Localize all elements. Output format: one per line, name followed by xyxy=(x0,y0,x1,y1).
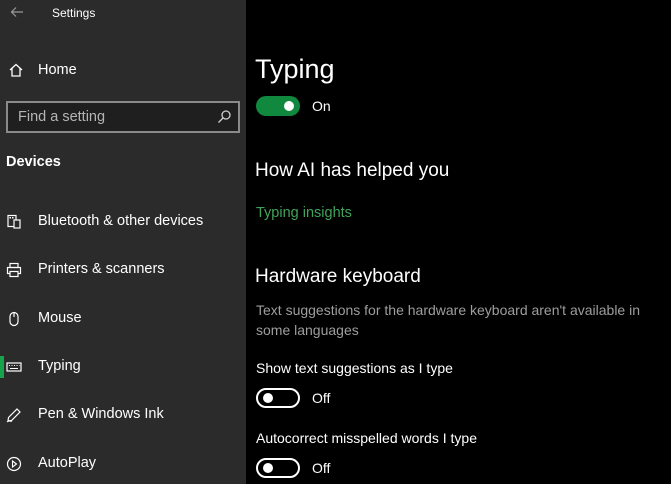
sidebar-item-label: Pen & Windows Ink xyxy=(38,406,164,422)
sidebar-item-typing[interactable]: Typing xyxy=(0,349,246,385)
sidebar-item-printers[interactable]: Printers & scanners xyxy=(0,252,246,288)
sidebar-item-pen[interactable]: Pen & Windows Ink xyxy=(0,397,246,433)
typing-toggle[interactable] xyxy=(256,96,300,116)
toggle-knob xyxy=(263,463,273,473)
text-suggestions-state: Off xyxy=(312,390,331,406)
sidebar-item-label: Bluetooth & other devices xyxy=(38,213,204,229)
sidebar-item-label: Mouse xyxy=(38,310,82,326)
toggle-knob xyxy=(263,393,273,403)
printer-icon xyxy=(6,262,22,278)
search-input[interactable]: Find a setting xyxy=(6,101,240,133)
ai-heading: How AI has helped you xyxy=(255,160,450,181)
sidebar-item-label: Printers & scanners xyxy=(38,261,165,277)
sidebar-item-label: Typing xyxy=(38,358,81,374)
section-title: Devices xyxy=(6,154,61,170)
sidebar: Settings Home Find a setting Devices Blu… xyxy=(0,0,246,484)
home-icon xyxy=(9,63,23,77)
hardware-keyboard-description: Text suggestions for the hardware keyboa… xyxy=(256,302,641,338)
mouse-icon xyxy=(9,311,19,327)
autocorrect-state: Off xyxy=(312,460,331,476)
bluetooth-devices-icon xyxy=(7,214,21,229)
sidebar-item-autoplay[interactable]: AutoPlay xyxy=(0,446,246,482)
sidebar-item-home[interactable]: Home xyxy=(0,54,246,86)
pen-icon xyxy=(6,408,21,423)
keyboard-icon xyxy=(6,362,22,372)
sidebar-item-label: Home xyxy=(38,62,77,78)
back-arrow-icon[interactable] xyxy=(10,5,24,19)
toggle-knob xyxy=(284,101,294,111)
sidebar-item-mouse[interactable]: Mouse xyxy=(0,301,246,337)
text-suggestions-label: Show text suggestions as I type xyxy=(256,360,453,376)
sidebar-item-label: AutoPlay xyxy=(38,455,97,471)
autoplay-icon xyxy=(6,456,22,472)
hardware-keyboard-heading: Hardware keyboard xyxy=(255,266,421,287)
typing-toggle-state: On xyxy=(312,98,331,114)
autocorrect-label: Autocorrect misspelled words I type xyxy=(256,430,477,446)
sidebar-item-bluetooth[interactable]: Bluetooth & other devices xyxy=(0,204,246,240)
text-suggestions-toggle[interactable] xyxy=(256,388,300,408)
search-placeholder: Find a setting xyxy=(18,109,106,125)
main-content: Typing On How AI has helped you Typing i… xyxy=(246,0,671,484)
app-title: Settings xyxy=(52,6,96,20)
title-bar: Settings xyxy=(0,0,246,28)
page-title: Typing xyxy=(255,54,335,84)
search-icon[interactable] xyxy=(217,109,232,124)
autocorrect-toggle[interactable] xyxy=(256,458,300,478)
typing-insights-link[interactable]: Typing insights xyxy=(256,205,352,221)
